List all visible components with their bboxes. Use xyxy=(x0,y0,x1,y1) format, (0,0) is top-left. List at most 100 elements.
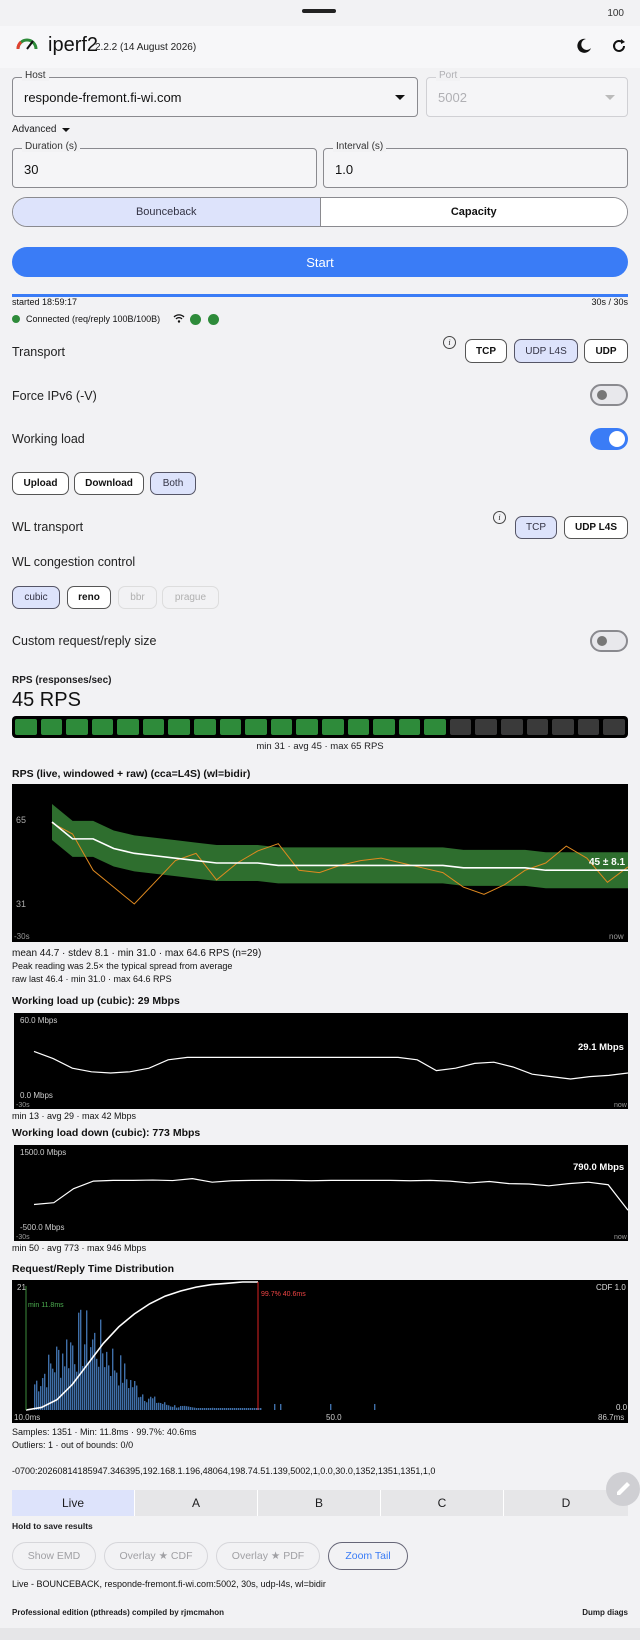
wl-down-summary: min 50 · avg 773 · max 946 Mbps xyxy=(12,1243,147,1253)
transport-udp-chip[interactable]: UDP xyxy=(584,339,628,363)
transport-info-icon[interactable]: i xyxy=(443,336,456,349)
histogram-bar xyxy=(86,1310,88,1410)
rps-summary: min 31 · avg 45 · max 65 RPS xyxy=(256,741,384,752)
interval-label: Interval (s) xyxy=(333,141,387,152)
histogram-bar xyxy=(146,1402,148,1410)
interval-field[interactable]: Interval (s) 1.0 xyxy=(323,141,628,188)
histogram-bar xyxy=(196,1408,198,1410)
histogram-bar xyxy=(60,1377,62,1410)
rps-stats-line3: raw last 46.4 · min 31.0 · max 64.6 RPS xyxy=(12,974,172,984)
overlay-pdf-button[interactable]: Overlay ★ PDF xyxy=(216,1542,320,1570)
show-emd-button[interactable]: Show EMD xyxy=(12,1542,96,1570)
rps-meter-segment xyxy=(40,719,63,735)
dist-x-mid: 50.0 xyxy=(326,1413,342,1422)
wl-upload-chip[interactable]: Upload xyxy=(12,472,69,495)
rps-meter-segment xyxy=(552,719,574,735)
transport-tcp-chip[interactable]: TCP xyxy=(465,339,507,363)
wl-cc-label: WL congestion control xyxy=(12,555,136,569)
zoom-tail-button[interactable]: Zoom Tail xyxy=(328,1542,408,1570)
cc-cubic-chip[interactable]: cubic xyxy=(12,586,60,609)
link-up-indicator-icon xyxy=(190,314,201,325)
histogram-bar xyxy=(228,1408,230,1410)
cc-reno-chip[interactable]: reno xyxy=(67,586,111,609)
histogram-bar xyxy=(242,1408,244,1410)
histogram-bar xyxy=(252,1408,254,1410)
rps-meter xyxy=(12,716,628,738)
force-ipv6-label: Force IPv6 (-V) xyxy=(12,389,97,403)
overlay-cdf-button[interactable]: Overlay ★ CDF xyxy=(104,1542,208,1570)
wl-transport-tcp-chip[interactable]: TCP xyxy=(515,516,557,539)
histogram-outlier-bar xyxy=(274,1404,276,1410)
toggle-knob xyxy=(597,636,607,646)
host-value: responde-fremont.fi-wi.com xyxy=(24,90,182,105)
app-bar: iperf2 2.2.2 (14 August 2026) xyxy=(0,26,640,68)
down-top-label: 1500.0 Mbps xyxy=(20,1148,66,1157)
histogram-bar xyxy=(108,1365,110,1410)
rps-meter-segments xyxy=(15,719,625,735)
port-dropdown-arrow-icon xyxy=(605,95,615,100)
histogram-bar xyxy=(160,1402,162,1410)
bounceback-segment[interactable]: Bounceback xyxy=(13,198,321,226)
histogram-bar xyxy=(66,1339,68,1410)
histogram-bar xyxy=(208,1407,210,1410)
advanced-label: Advanced xyxy=(12,124,57,135)
rps-meter-segment xyxy=(117,719,139,735)
tab-b[interactable]: B xyxy=(258,1490,381,1516)
up-bottom-label: 0.0 Mbps xyxy=(20,1091,53,1100)
working-load-toggle[interactable] xyxy=(590,428,628,450)
edit-pencil-fab[interactable] xyxy=(606,1472,640,1506)
custom-size-label: Custom request/reply size xyxy=(12,634,157,648)
edition-footer: Professional edition (pthreads) compiled… xyxy=(12,1608,225,1617)
battery-level: 100 xyxy=(607,8,624,19)
histogram-bar xyxy=(224,1408,226,1410)
dist-chart: 21 min 11.8ms 99.7% 40.6ms CDF 1.0 0.0 1… xyxy=(12,1280,628,1423)
histogram-bar xyxy=(250,1408,252,1410)
transport-udp-l4s-chip[interactable]: UDP L4S xyxy=(514,339,578,363)
tab-live[interactable]: Live xyxy=(12,1490,135,1516)
refresh-icon[interactable] xyxy=(607,34,631,58)
wl-both-chip[interactable]: Both xyxy=(150,472,196,495)
dist-y-top: 21 xyxy=(17,1283,26,1292)
wl-transport-info-icon[interactable]: i xyxy=(493,511,506,524)
dist-min-label: min 11.8ms xyxy=(28,1302,64,1309)
rps-tick-top: 65 xyxy=(16,815,26,825)
capacity-segment[interactable]: Capacity xyxy=(320,198,627,226)
rps-stats-line2: Peak reading was 2.5× the typical spread… xyxy=(12,961,233,971)
histogram-bar xyxy=(210,1408,212,1410)
histogram-bar xyxy=(174,1405,176,1410)
force-ipv6-toggle[interactable] xyxy=(590,384,628,406)
wl-up-series xyxy=(33,1050,628,1080)
app-title: iperf2 xyxy=(48,34,99,56)
histogram-bar xyxy=(94,1332,96,1410)
histogram-bar xyxy=(256,1408,258,1410)
tab-c[interactable]: C xyxy=(381,1490,504,1516)
histogram-bar xyxy=(46,1387,48,1410)
host-field[interactable]: Host responde-fremont.fi-wi.com xyxy=(12,70,418,117)
histogram-bar xyxy=(166,1404,168,1410)
duration-value: 30 xyxy=(24,162,39,177)
custom-size-toggle[interactable] xyxy=(590,630,628,652)
histogram-bar xyxy=(230,1408,232,1410)
wl-down-chart: 1500.0 Mbps -500.0 Mbps -30s now 790.0 M… xyxy=(14,1145,628,1241)
histogram-bar xyxy=(98,1366,100,1410)
start-button[interactable]: Start xyxy=(12,247,628,277)
host-dropdown-arrow-icon[interactable] xyxy=(395,95,405,100)
histogram-bar xyxy=(72,1345,74,1410)
histogram-bar xyxy=(80,1309,82,1410)
wl-download-chip[interactable]: Download xyxy=(74,472,144,495)
tab-a[interactable]: A xyxy=(135,1490,258,1516)
hold-to-save-hint: Hold to save results xyxy=(12,1521,93,1531)
histogram-bar xyxy=(162,1403,164,1410)
wl-transport-label: WL transport xyxy=(12,520,84,534)
duration-field[interactable]: Duration (s) 30 xyxy=(12,141,317,188)
rps-chart: 65 31 -30s now 45 ± 8.1 xyxy=(12,784,628,942)
histogram-bar xyxy=(194,1407,196,1410)
histogram-bar xyxy=(182,1405,184,1410)
advanced-toggle[interactable]: Advanced xyxy=(12,124,71,135)
dark-mode-moon-icon[interactable] xyxy=(572,34,596,58)
histogram-bar xyxy=(216,1408,218,1410)
histogram-bar xyxy=(204,1408,206,1410)
rps-meter-segment xyxy=(373,719,395,735)
dump-diags-button[interactable]: Dump diags xyxy=(582,1608,628,1617)
wl-transport-udp-l4s-chip[interactable]: UDP L4S xyxy=(564,516,628,539)
